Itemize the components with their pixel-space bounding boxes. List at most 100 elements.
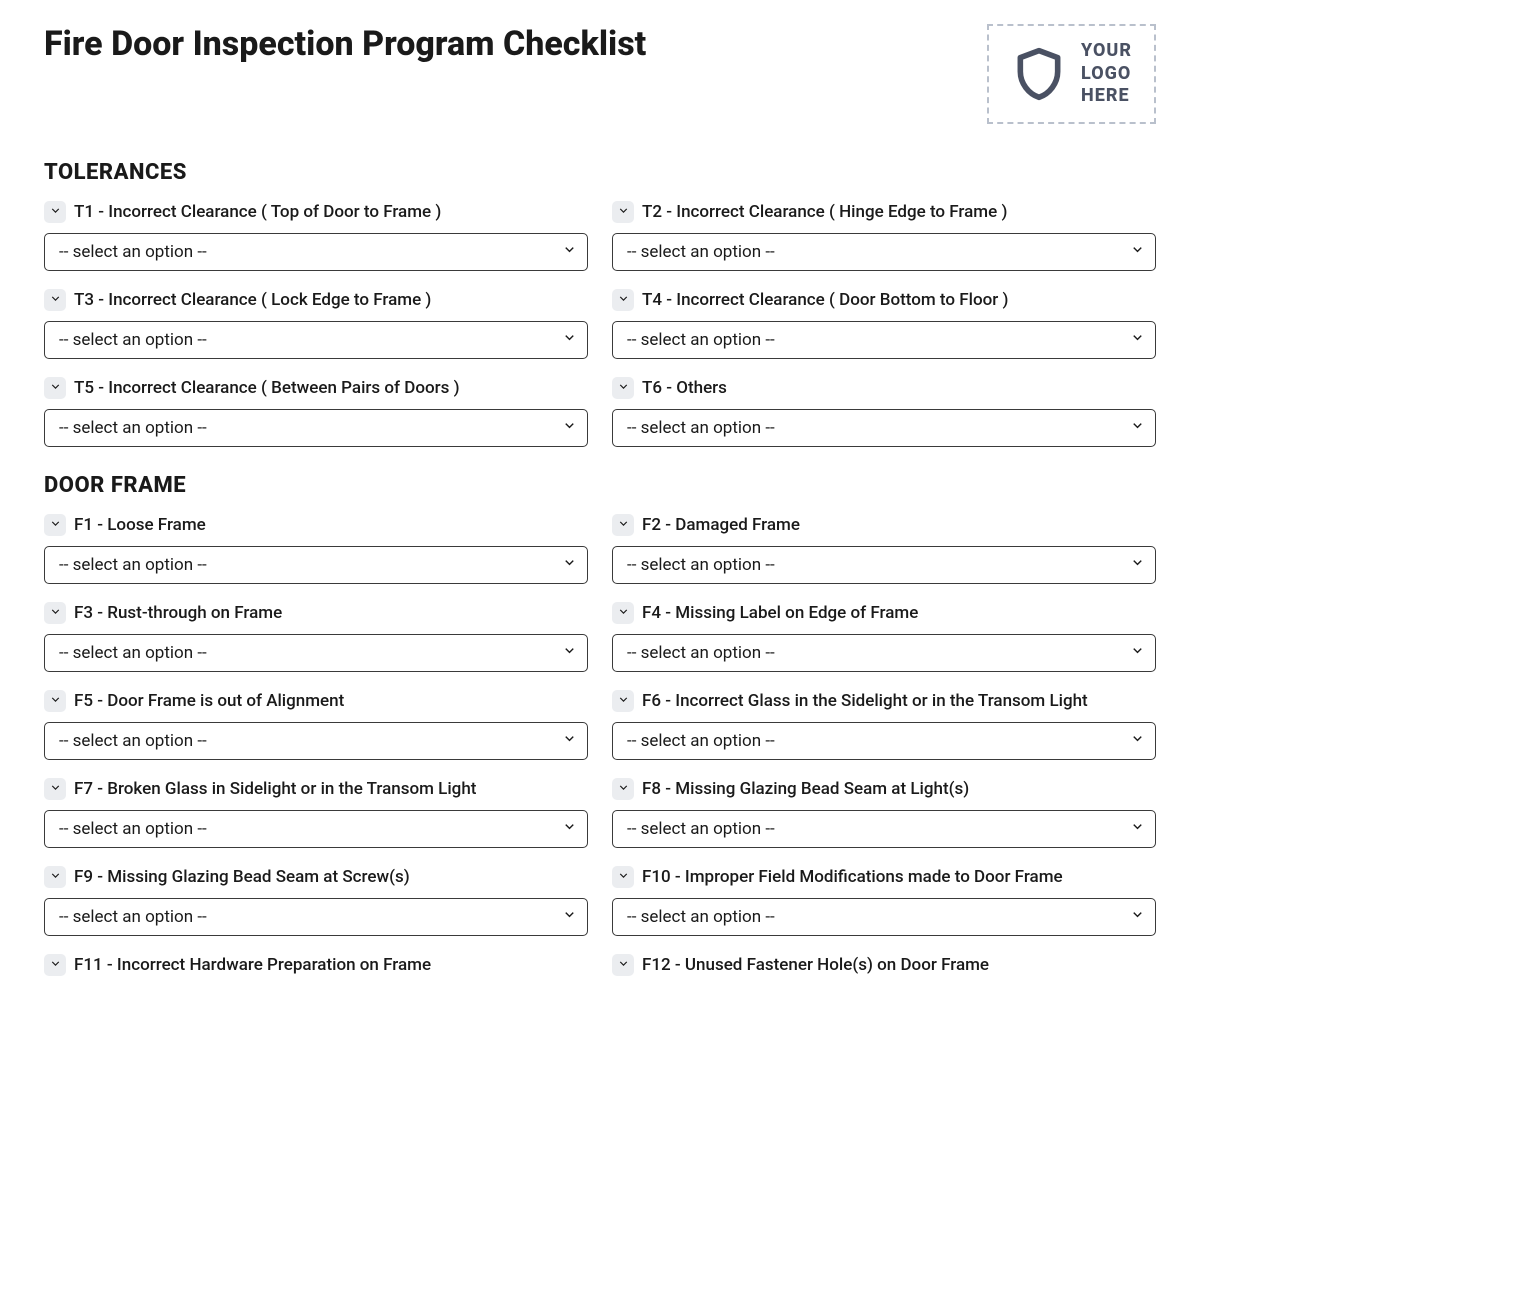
chevron-down-icon [49, 202, 62, 221]
section-heading: DOOR FRAME [44, 473, 1156, 498]
checklist-field: F4 - Missing Label on Edge of Frame -- se… [612, 602, 1156, 672]
checklist-label: F2 - Damaged Frame [642, 515, 800, 535]
option-select[interactable]: -- select an option -- [44, 409, 588, 447]
select-placeholder: -- select an option -- [59, 907, 207, 927]
checklist-label: F10 - Improper Field Modifications made … [642, 867, 1063, 887]
chevron-down-icon [1130, 731, 1145, 751]
checklist-field: F12 - Unused Fastener Hole(s) on Door Fr… [612, 954, 1156, 986]
expand-toggle[interactable] [612, 289, 634, 311]
shield-icon [1011, 46, 1067, 102]
expand-toggle[interactable] [612, 377, 634, 399]
checklist-field: T6 - Others -- select an option -- [612, 377, 1156, 447]
checklist-label: F7 - Broken Glass in Sidelight or in the… [74, 779, 476, 799]
option-select[interactable]: -- select an option -- [44, 810, 588, 848]
checklist-label: F6 - Incorrect Glass in the Sidelight or… [642, 691, 1088, 711]
checklist-label: F8 - Missing Glazing Bead Seam at Light(… [642, 779, 969, 799]
chevron-down-icon [49, 290, 62, 309]
checklist-label: T5 - Incorrect Clearance ( Between Pairs… [74, 378, 460, 398]
expand-toggle[interactable] [44, 690, 66, 712]
option-select[interactable]: -- select an option -- [44, 546, 588, 584]
expand-toggle[interactable] [612, 201, 634, 223]
option-select[interactable]: -- select an option -- [44, 321, 588, 359]
chevron-down-icon [49, 779, 62, 798]
expand-toggle[interactable] [44, 377, 66, 399]
checklist-field: F5 - Door Frame is out of Alignment -- se… [44, 690, 588, 760]
checklist-field: F7 - Broken Glass in Sidelight or in the… [44, 778, 588, 848]
select-placeholder: -- select an option -- [59, 330, 207, 350]
chevron-down-icon [1130, 907, 1145, 927]
chevron-down-icon [617, 691, 630, 710]
expand-toggle[interactable] [612, 866, 634, 888]
expand-toggle[interactable] [44, 954, 66, 976]
checklist-field: T1 - Incorrect Clearance ( Top of Door t… [44, 201, 588, 271]
select-placeholder: -- select an option -- [59, 555, 207, 575]
chevron-down-icon [617, 603, 630, 622]
checklist-label: T3 - Incorrect Clearance ( Lock Edge to … [74, 290, 431, 310]
checklist-field: F9 - Missing Glazing Bead Seam at Screw(… [44, 866, 588, 936]
chevron-down-icon [562, 242, 577, 262]
option-select[interactable]: -- select an option -- [612, 233, 1156, 271]
chevron-down-icon [1130, 643, 1145, 663]
checklist-label: F4 - Missing Label on Edge of Frame [642, 603, 918, 623]
chevron-down-icon [562, 907, 577, 927]
chevron-down-icon [562, 643, 577, 663]
chevron-down-icon [562, 819, 577, 839]
checklist-label: T4 - Incorrect Clearance ( Door Bottom t… [642, 290, 1008, 310]
option-select[interactable]: -- select an option -- [612, 546, 1156, 584]
chevron-down-icon [1130, 418, 1145, 438]
chevron-down-icon [617, 378, 630, 397]
page-title: Fire Door Inspection Program Checklist [44, 24, 646, 65]
select-placeholder: -- select an option -- [59, 731, 207, 751]
checklist-field: F2 - Damaged Frame -- select an option -- [612, 514, 1156, 584]
select-placeholder: -- select an option -- [627, 731, 775, 751]
checklist-field: T2 - Incorrect Clearance ( Hinge Edge to… [612, 201, 1156, 271]
chevron-down-icon [617, 955, 630, 974]
logo-text: YOUR LOGO HERE [1081, 40, 1132, 108]
chevron-down-icon [562, 555, 577, 575]
expand-toggle[interactable] [44, 602, 66, 624]
select-placeholder: -- select an option -- [627, 555, 775, 575]
option-select[interactable]: -- select an option -- [612, 409, 1156, 447]
option-select[interactable]: -- select an option -- [612, 321, 1156, 359]
select-placeholder: -- select an option -- [627, 330, 775, 350]
option-select[interactable]: -- select an option -- [612, 898, 1156, 936]
option-select[interactable]: -- select an option -- [612, 722, 1156, 760]
expand-toggle[interactable] [44, 201, 66, 223]
expand-toggle[interactable] [612, 954, 634, 976]
chevron-down-icon [49, 955, 62, 974]
chevron-down-icon [1130, 330, 1145, 350]
option-select[interactable]: -- select an option -- [612, 810, 1156, 848]
expand-toggle[interactable] [44, 778, 66, 800]
expand-toggle[interactable] [44, 866, 66, 888]
checklist-field: F8 - Missing Glazing Bead Seam at Light(… [612, 778, 1156, 848]
select-placeholder: -- select an option -- [627, 643, 775, 663]
logo-placeholder: YOUR LOGO HERE [987, 24, 1156, 124]
checklist-label: F12 - Unused Fastener Hole(s) on Door Fr… [642, 955, 989, 975]
checklist-label: F5 - Door Frame is out of Alignment [74, 691, 344, 711]
expand-toggle[interactable] [44, 289, 66, 311]
expand-toggle[interactable] [44, 514, 66, 536]
expand-toggle[interactable] [612, 514, 634, 536]
option-select[interactable]: -- select an option -- [44, 898, 588, 936]
expand-toggle[interactable] [612, 690, 634, 712]
checklist-field: T4 - Incorrect Clearance ( Door Bottom t… [612, 289, 1156, 359]
option-select[interactable]: -- select an option -- [44, 233, 588, 271]
chevron-down-icon [49, 867, 62, 886]
select-placeholder: -- select an option -- [627, 907, 775, 927]
option-select[interactable]: -- select an option -- [44, 722, 588, 760]
checklist-field: F10 - Improper Field Modifications made … [612, 866, 1156, 936]
chevron-down-icon [617, 515, 630, 534]
option-select[interactable]: -- select an option -- [44, 634, 588, 672]
checklist-label: T6 - Others [642, 378, 727, 398]
option-select[interactable]: -- select an option -- [612, 634, 1156, 672]
checklist-label: F9 - Missing Glazing Bead Seam at Screw(… [74, 867, 410, 887]
chevron-down-icon [49, 378, 62, 397]
checklist-field: F1 - Loose Frame-- select an option -- [44, 514, 588, 584]
checklist-label: F3 - Rust-through on Frame [74, 603, 282, 623]
expand-toggle[interactable] [612, 778, 634, 800]
select-placeholder: -- select an option -- [627, 819, 775, 839]
select-placeholder: -- select an option -- [59, 418, 207, 438]
checklist-label: T1 - Incorrect Clearance ( Top of Door t… [74, 202, 441, 222]
checklist-field: F11 - Incorrect Hardware Preparation on … [44, 954, 588, 986]
expand-toggle[interactable] [612, 602, 634, 624]
